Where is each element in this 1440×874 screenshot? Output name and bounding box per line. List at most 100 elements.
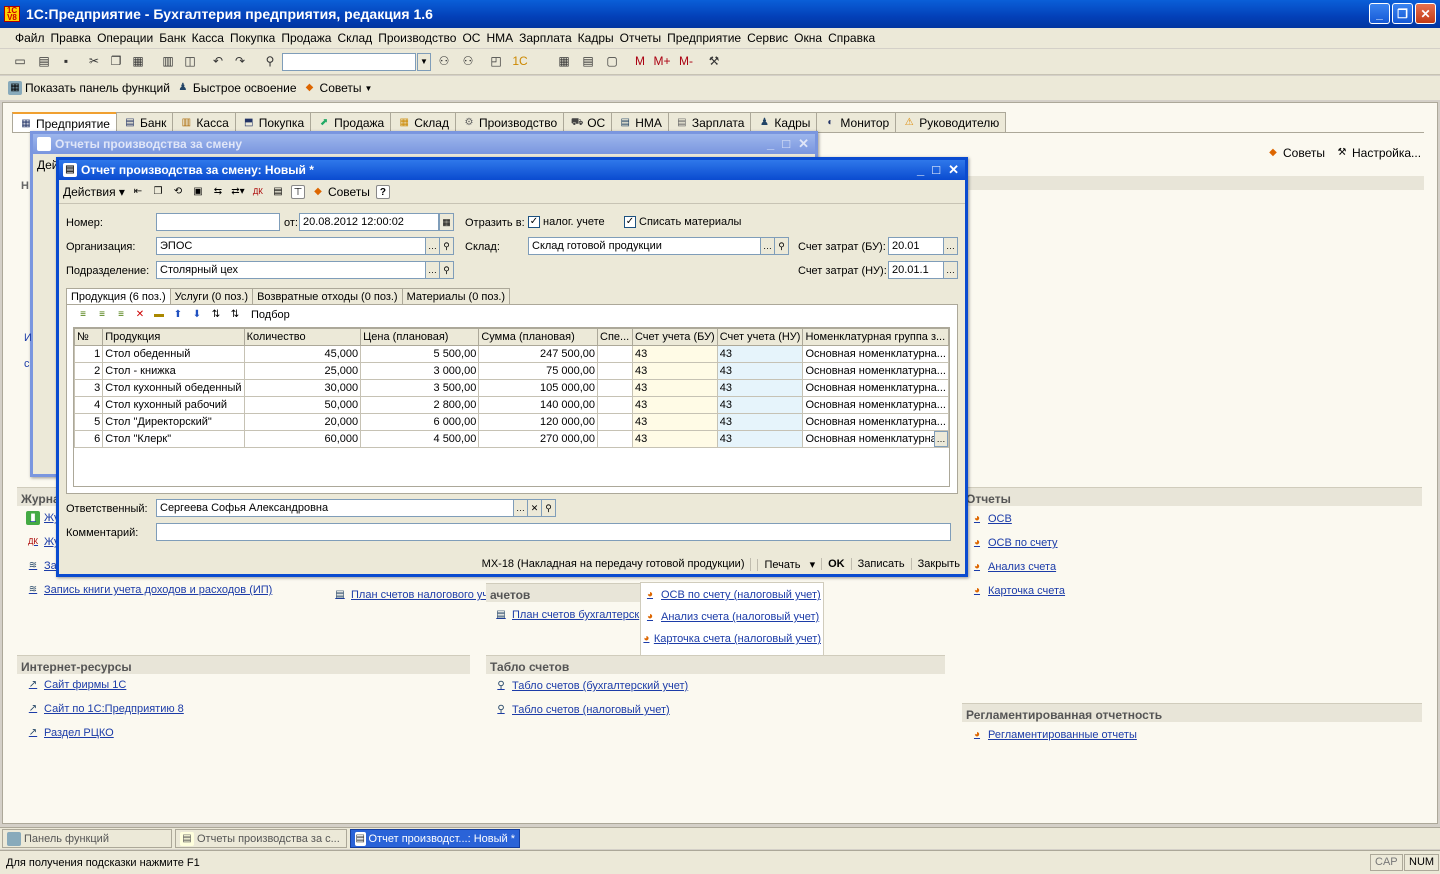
table-cell[interactable]: 43 <box>716 379 804 397</box>
plan-bu-link[interactable]: ▤ План счетов бухгалтерск <box>494 608 639 622</box>
func-tab-12[interactable]: ⚠ Руководителю <box>895 112 1007 132</box>
table-cell[interactable]: 3 000,00 <box>360 362 480 380</box>
panel-settings-button[interactable]: ⚒ Настройка... <box>1335 146 1422 160</box>
menu-item-9[interactable]: ОС <box>459 31 483 45</box>
table-row[interactable]: 1 Стол обеденный 45,000 5 500,00 247 500,00 4… <box>74 345 949 363</box>
doc-tips-button[interactable]: ◆ Советы <box>311 185 370 199</box>
doc-tab-2[interactable]: Возвратные отходы (0 поз.) <box>252 288 403 305</box>
table-cell[interactable]: Стол кухонный рабочий <box>102 396 245 414</box>
func-tab-3[interactable]: ⬒ Покупка <box>234 112 312 132</box>
find-icon[interactable]: ⚲ <box>262 53 278 69</box>
table-cell[interactable]: Основная номенклатурна... <box>802 396 949 414</box>
table-cell[interactable]: 3 <box>74 379 104 397</box>
windows-icon[interactable]: ◰ <box>488 53 504 69</box>
restore-button[interactable]: ❐ <box>1392 3 1413 24</box>
table-cell[interactable]: Основная номенклатурна... <box>802 345 949 363</box>
quick-learn-button[interactable]: ♟ Быстрое освоение <box>176 81 296 95</box>
func-tab-10[interactable]: ♟ Кадры <box>750 112 818 132</box>
menu-item-3[interactable]: Банк <box>156 31 188 45</box>
cost-bu-input[interactable]: 20.01 <box>888 237 944 255</box>
func-tab-9[interactable]: ▤ Зарплата <box>667 112 752 132</box>
table-cell[interactable]: 43 <box>716 413 804 431</box>
table-cell[interactable] <box>597 430 633 448</box>
table-cell[interactable]: 4 500,00 <box>360 430 480 448</box>
side-letter-2[interactable]: И <box>24 332 32 344</box>
doc-tab-1[interactable]: Услуги (0 поз.) <box>169 288 254 305</box>
mx18-button[interactable]: МХ-18 (Накладная на передачу готовой про… <box>476 558 751 570</box>
search-input[interactable] <box>282 53 416 71</box>
panel-tips-button[interactable]: ◆ Советы <box>1266 146 1325 160</box>
table-row[interactable]: 5 Стол "Директорский" 20,000 6 000,00 120 00… <box>74 413 949 431</box>
table-cell[interactable]: Основная номенклатурна... <box>802 362 949 380</box>
col-header-2[interactable]: Количество <box>243 328 362 346</box>
menu-item-10[interactable]: НМА <box>483 31 516 45</box>
table-cell[interactable]: 6 000,00 <box>360 413 480 431</box>
undo-icon[interactable]: ↶ <box>210 53 226 69</box>
cost-bu-select-button[interactable]: … <box>943 237 958 255</box>
table-cell[interactable]: Стол "Клерк" <box>102 430 245 448</box>
doc-maximize-button[interactable]: □ <box>932 162 940 178</box>
doc-close-text-button[interactable]: Закрыть <box>910 558 966 570</box>
kudir-link[interactable]: ≋ Запись книги учета доходов и расходов (… <box>26 583 273 597</box>
responsible-open-button[interactable]: ⚲ <box>541 499 556 517</box>
reg-reports-link[interactable]: ◕ Регламентированные отчеты <box>970 728 1137 742</box>
warehouse-input[interactable]: Склад готовой продукции <box>528 237 761 255</box>
task-reports-list[interactable]: ▤ Отчеты производства за с... <box>175 829 347 848</box>
func-tab-2[interactable]: ▥ Касса <box>172 112 236 132</box>
tools-icon[interactable]: ⚒ <box>706 53 722 69</box>
col-header-8[interactable]: Номенклатурная группа з... <box>802 328 949 346</box>
dept-select-button[interactable]: … <box>425 261 440 279</box>
write-off-checkbox[interactable]: ✓ Списать материалы <box>624 216 741 229</box>
table-cell[interactable] <box>597 413 633 431</box>
table-cell[interactable]: Основная номенклатурна... <box>802 413 949 431</box>
col-header-0[interactable]: № <box>74 328 104 346</box>
table-row[interactable]: 4 Стол кухонный рабочий 50,000 2 800,00 140 … <box>74 396 949 414</box>
func-tab-8[interactable]: ▤ НМА <box>611 112 669 132</box>
show-panel-button[interactable]: ▦ Показать панель функций <box>8 81 170 95</box>
table-cell[interactable]: 43 <box>631 396 718 414</box>
table-cell[interactable]: 4 <box>74 396 104 414</box>
copy-doc-icon[interactable]: ❐ <box>151 185 165 199</box>
m-minus-icon[interactable]: M- <box>676 53 696 69</box>
nomenclature-select-button[interactable]: … <box>934 431 948 447</box>
table-cell[interactable]: 43 <box>631 379 718 397</box>
table-cell[interactable] <box>597 379 633 397</box>
doc-minimize-button[interactable]: _ <box>917 162 924 178</box>
warehouse-select-button[interactable]: … <box>760 237 775 255</box>
copy-icon[interactable]: ❐ <box>108 53 124 69</box>
table-cell[interactable]: 43 <box>631 413 718 431</box>
cost-nu-select-button[interactable]: … <box>943 261 958 279</box>
table-row[interactable]: 3 Стол кухонный обеденный 30,000 3 500,00 10… <box>74 379 949 397</box>
menu-item-2[interactable]: Операции <box>94 31 156 45</box>
menu-item-12[interactable]: Кадры <box>575 31 617 45</box>
doc-close-button[interactable]: ✕ <box>948 162 959 178</box>
col-header-1[interactable]: Продукция <box>102 328 245 346</box>
func-tab-4[interactable]: ⬈ Продажа <box>310 112 392 132</box>
table-cell[interactable]: 247 500,00 <box>478 345 599 363</box>
cut-icon[interactable]: ✂ <box>86 53 102 69</box>
menu-item-1[interactable]: Правка <box>48 31 95 45</box>
table-row[interactable]: 2 Стол - книжка 25,000 3 000,00 75 000,00 43 4… <box>74 362 949 380</box>
find-next-icon[interactable]: ⚇ <box>436 53 452 69</box>
list-maximize-button[interactable]: □ <box>782 136 790 152</box>
doc-actions-button[interactable]: Действия ▾ <box>63 185 125 199</box>
col-header-5[interactable]: Спе... <box>597 328 633 346</box>
analysis-tax-link[interactable]: ◕ Анализ счета (налоговый учет) <box>643 610 821 624</box>
menu-item-11[interactable]: Зарплата <box>516 31 575 45</box>
table-cell[interactable]: 43 <box>716 345 804 363</box>
func-tab-7[interactable]: ⛟ ОС <box>563 112 613 132</box>
refresh-icon[interactable]: ⟲ <box>171 185 185 199</box>
dt-kt-icon[interactable]: ДК <box>251 185 265 199</box>
table-cell[interactable]: 43 <box>716 430 804 448</box>
pick-button[interactable]: Подбор <box>251 309 290 321</box>
func-tab-11[interactable]: ◐ Монитор <box>816 112 897 132</box>
table-cell[interactable]: Стол кухонный обеденный <box>102 379 245 397</box>
table-cell[interactable]: Основная номенклатурна... <box>802 379 949 397</box>
table-cell[interactable] <box>597 362 633 380</box>
search-dropdown-button[interactable]: ▼ <box>417 53 431 71</box>
tablo-bu-link[interactable]: ⚲ Табло счетов (бухгалтерский учет) <box>494 679 688 693</box>
table-cell[interactable]: Стол - книжка <box>102 362 245 380</box>
print-button[interactable]: Печать ▾ <box>750 557 821 571</box>
col-header-4[interactable]: Сумма (плановая) <box>478 328 599 346</box>
menu-item-17[interactable]: Справка <box>825 31 878 45</box>
